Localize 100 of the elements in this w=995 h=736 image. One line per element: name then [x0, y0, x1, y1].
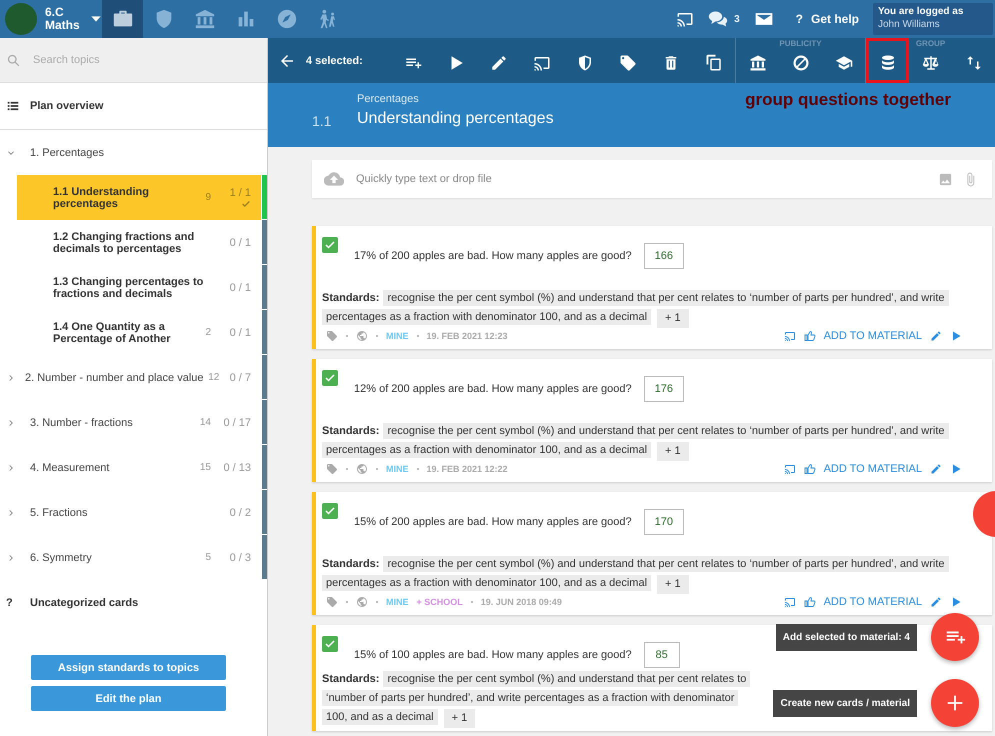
card-date: 19. FEB 2021 12:23	[426, 331, 508, 341]
answer-box[interactable]: 85	[644, 642, 680, 668]
chat-icon	[708, 9, 728, 29]
more-chip[interactable]: + 1	[657, 309, 689, 328]
card-count: 9	[204, 192, 211, 203]
topic-title: 1.1 Understanding percentages	[53, 186, 150, 210]
checkbox[interactable]	[322, 370, 338, 386]
check-icon	[324, 505, 336, 517]
checkbox[interactable]	[322, 636, 338, 652]
topic-item[interactable]: 2. Number - number and place value 12 0 / 7	[0, 355, 261, 400]
question-text: 15% of 100 apples are bad. How many apples are good?	[354, 649, 632, 661]
quick-input[interactable]: Quickly type text or drop file	[312, 160, 992, 198]
selection-count: 4 selected:	[306, 54, 364, 68]
tooltip: Add selected to material: 4	[776, 624, 917, 650]
globe-icon	[356, 596, 368, 608]
check-icon	[324, 372, 336, 384]
cast-icon	[676, 10, 694, 28]
help-mark[interactable]: ?	[796, 12, 803, 26]
group-label: GROUP	[914, 39, 946, 48]
compass-icon	[276, 8, 298, 30]
class-name: 6.C	[45, 6, 65, 19]
topic-title: 5. Fractions	[30, 506, 88, 518]
scale-icon	[922, 54, 940, 72]
plan-overview-label: Plan overview	[30, 100, 104, 112]
page-title: Understanding percentages	[357, 109, 555, 129]
topic-item[interactable]: 3. Number - fractions 14 0 / 17	[0, 400, 261, 445]
progress-count: 0 / 7	[230, 372, 251, 384]
search-icon	[6, 52, 21, 68]
question-mark: ?	[6, 596, 14, 608]
subtopic-item[interactable]: 1.4 One Quantity as a Percentage of Another 2 0 / 1	[17, 310, 261, 355]
checkbox[interactable]	[322, 503, 338, 519]
standards-label: Standards:	[322, 424, 380, 439]
topic-title: 4. Measurement	[30, 462, 110, 474]
owner-label: MINE	[386, 331, 408, 341]
progress-count: 1 / 1	[230, 186, 251, 198]
tag-icon	[618, 54, 636, 72]
subtopic-item[interactable]: 1.3 Changing percentages to fractions and decimals 0 / 1	[17, 265, 261, 310]
question-text: 12% of 200 apples are bad. How many apples are good?	[354, 383, 632, 395]
standards-label: Standards:	[322, 291, 380, 306]
topic-item[interactable]: 4. Measurement 15 0 / 13	[0, 445, 261, 490]
cast-icon	[784, 463, 796, 475]
owner-label: MINE	[386, 464, 408, 474]
uncategorized-link[interactable]: Uncategorized cards	[30, 596, 138, 608]
play-icon	[950, 463, 962, 475]
card-count: 14	[198, 417, 211, 428]
answer-box[interactable]: 176	[644, 376, 684, 402]
progress-count: 0 / 1	[230, 326, 251, 338]
topic-title: 1. Percentages	[30, 146, 105, 158]
answer-box[interactable]: 170	[644, 509, 684, 535]
pencil-icon	[930, 596, 942, 608]
topic-item[interactable]: 5. Fractions 0 / 2	[0, 490, 261, 535]
topic-item[interactable]: 6. Symmetry 5 0 / 3	[0, 535, 261, 580]
pencil-icon	[930, 463, 942, 475]
card-count: 15	[198, 462, 211, 473]
question-text: 15% of 200 apples are bad. How many apples are good?	[354, 516, 632, 528]
more-chip[interactable]: + 1	[657, 442, 689, 461]
thumb-up-icon	[804, 330, 816, 342]
login-box[interactable]: You are logged as John Williams	[873, 3, 993, 35]
copy-icon	[704, 54, 722, 72]
graduation-cap-icon	[834, 54, 852, 72]
standards-label: Standards:	[322, 557, 380, 572]
toolbar-button[interactable]	[866, 38, 909, 83]
add-to-material-link[interactable]: ADD TO MATERIAL	[824, 596, 922, 608]
subtopic-item[interactable]: 1.2 Changing fractions and decimals to percentages 0 / 1	[17, 220, 261, 265]
play-icon	[950, 596, 962, 608]
more-chip[interactable]: + 1	[444, 709, 476, 728]
pencil-icon	[490, 54, 508, 72]
card-date: 19. JUN 2018 09:49	[480, 597, 562, 607]
progress-count: 0 / 13	[223, 462, 251, 474]
nav-tab[interactable]	[102, 0, 143, 38]
thumb-up-icon	[804, 463, 816, 475]
bank-icon	[194, 8, 216, 30]
card-count: 2	[204, 327, 211, 338]
pencil-icon	[930, 330, 942, 342]
image-icon	[938, 172, 953, 186]
help-link[interactable]: Get help	[810, 12, 859, 26]
topic-item[interactable]: 1. Percentages	[0, 130, 261, 175]
globe-icon	[356, 330, 368, 342]
cast-icon	[532, 54, 550, 72]
topic-number: 1.1	[311, 112, 332, 131]
card-count: 12	[207, 372, 220, 383]
topic-title: 6. Symmetry	[30, 552, 93, 564]
cast-icon	[784, 330, 796, 342]
add-to-material-link[interactable]: ADD TO MATERIAL	[824, 330, 922, 342]
cast-button[interactable]	[676, 10, 694, 28]
standards-label: Standards:	[322, 672, 380, 687]
progress-count: 0 / 1	[230, 282, 251, 294]
play-icon	[950, 330, 962, 342]
bank-icon	[748, 54, 766, 72]
add-to-material-link[interactable]: ADD TO MATERIAL	[824, 463, 922, 475]
progress-count: 0 / 2	[230, 506, 251, 518]
globe-icon	[356, 463, 368, 475]
card-date: 19. FEB 2021 12:22	[426, 464, 508, 474]
plan-overview-item[interactable]: Plan overview	[0, 83, 267, 130]
answer-box[interactable]: 166	[644, 243, 684, 269]
checkbox[interactable]	[322, 237, 338, 253]
tag-icon	[326, 463, 338, 475]
topic-title: 1.3 Changing percentages to fractions and decimals	[53, 276, 204, 300]
more-chip[interactable]: + 1	[657, 575, 689, 594]
progress-count: 0 / 17	[223, 416, 251, 428]
